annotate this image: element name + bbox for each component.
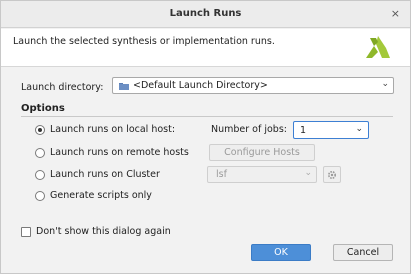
options-heading: Options [21, 103, 65, 114]
number-of-jobs-select[interactable]: 1 ⌄ [293, 121, 369, 139]
radio-local-host[interactable]: Launch runs on local host: [35, 124, 175, 135]
number-of-jobs-value: 1 [300, 124, 307, 136]
chevron-down-icon: ⌄ [355, 124, 363, 134]
xilinx-logo-icon [366, 36, 390, 58]
chevron-down-icon: ⌄ [304, 168, 312, 178]
launch-runs-dialog: Launch Runs × Launch the selected synthe… [0, 0, 411, 274]
radio-button[interactable] [35, 169, 45, 180]
folder-icon [119, 82, 129, 90]
options-divider [21, 116, 393, 117]
close-icon[interactable]: × [391, 7, 400, 20]
launch-directory-label: Launch directory: [21, 82, 104, 93]
gear-icon [327, 170, 337, 179]
radio-generate-scripts[interactable]: Generate scripts only [35, 190, 152, 201]
chevron-down-icon: ⌄ [381, 79, 389, 89]
radio-button[interactable] [35, 147, 45, 158]
radio-local-host-label: Launch runs on local host: [50, 124, 176, 135]
cluster-value: lsf [216, 169, 227, 180]
radio-remote-hosts[interactable]: Launch runs on remote hosts [35, 147, 189, 158]
radio-button[interactable] [35, 190, 45, 201]
cluster-select[interactable]: lsf ⌄ [207, 166, 317, 183]
launch-directory-value: <Default Launch Directory> [133, 80, 268, 91]
cancel-button[interactable]: Cancel [333, 244, 393, 261]
dont-show-again-label: Don't show this dialog again [36, 226, 171, 237]
cluster-settings-button[interactable] [323, 166, 341, 183]
radio-cluster[interactable]: Launch runs on Cluster [35, 169, 160, 180]
radio-cluster-label: Launch runs on Cluster [50, 169, 160, 180]
checkbox[interactable] [21, 226, 31, 237]
launch-directory-select[interactable]: <Default Launch Directory> ⌄ [112, 77, 394, 94]
dialog-title: Launch Runs [169, 8, 242, 19]
header-description: Launch the selected synthesis or impleme… [13, 36, 275, 47]
number-of-jobs-label: Number of jobs: [211, 124, 287, 135]
dont-show-again-checkbox[interactable]: Don't show this dialog again [21, 226, 171, 237]
ok-button[interactable]: OK [251, 244, 311, 261]
title-bar: Launch Runs × [1, 1, 410, 28]
radio-generate-scripts-label: Generate scripts only [50, 190, 152, 201]
configure-hosts-button[interactable]: Configure Hosts [209, 144, 315, 161]
dialog-header: Launch the selected synthesis or impleme… [1, 29, 410, 67]
radio-button-selected[interactable] [35, 124, 45, 135]
radio-remote-hosts-label: Launch runs on remote hosts [50, 147, 189, 158]
